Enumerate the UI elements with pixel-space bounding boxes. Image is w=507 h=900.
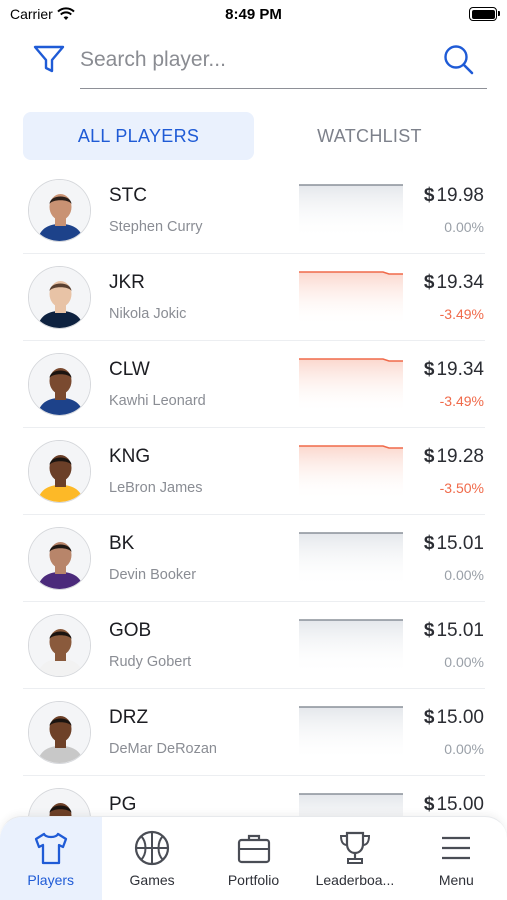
player-ticker: GOB <box>109 620 152 641</box>
briefcase-icon <box>237 834 270 864</box>
price-value: 19.28 <box>436 446 484 467</box>
player-price: $15.01 <box>424 620 484 642</box>
price-change: 0.00% <box>444 219 484 235</box>
nav-players-label: Players <box>27 872 75 888</box>
player-name: Kawhi Leonard <box>109 393 206 409</box>
trophy-icon <box>339 831 370 864</box>
player-avatar <box>28 701 91 764</box>
price-change: 0.00% <box>444 654 484 670</box>
player-ticker: JKR <box>109 272 145 293</box>
basketball-icon <box>135 830 170 866</box>
player-row[interactable]: DRZ DeMar DeRozan $15.00 0.00% <box>23 689 485 776</box>
price-change: -3.50% <box>439 480 484 496</box>
price-value: 15.01 <box>436 533 484 554</box>
player-price: $19.34 <box>424 272 484 294</box>
player-avatar <box>28 353 91 416</box>
currency-symbol: $ <box>423 272 435 293</box>
price-sparkline <box>299 184 403 239</box>
player-avatar <box>28 440 91 503</box>
player-avatar <box>28 179 91 242</box>
player-list: STC Stephen Curry $19.98 0.00% JKR Nikola Jok… <box>23 167 485 817</box>
search-input[interactable] <box>80 44 420 76</box>
player-ticker: CLW <box>109 359 150 380</box>
nav-players[interactable]: Players <box>0 817 103 900</box>
player-row[interactable]: STC Stephen Curry $19.98 0.00% <box>23 167 485 254</box>
currency-symbol: $ <box>423 359 435 380</box>
player-row[interactable]: JKR Nikola Jokic $19.34 -3.49% <box>23 254 485 341</box>
player-ticker: PG <box>109 794 137 815</box>
price-change: 0.00% <box>444 567 484 583</box>
player-price: $19.34 <box>424 359 484 381</box>
tshirt-icon <box>34 832 67 865</box>
player-row[interactable]: KNG LeBron James $19.28 -3.50% <box>23 428 485 515</box>
price-value: 19.34 <box>436 359 484 380</box>
player-name: Nikola Jokic <box>109 306 187 322</box>
player-price: $15.00 <box>424 707 484 729</box>
player-tabs: ALL PLAYERS WATCHLIST <box>23 112 485 160</box>
price-sparkline <box>299 445 403 500</box>
search-field <box>80 38 487 89</box>
player-row[interactable]: CLW Kawhi Leonard $19.34 -3.49% <box>23 341 485 428</box>
search-bar <box>0 38 507 92</box>
player-name: Stephen Curry <box>109 219 203 235</box>
status-bar: Carrier 8:49 PM <box>0 0 507 30</box>
price-value: 15.00 <box>436 794 484 815</box>
currency-symbol: $ <box>423 185 435 206</box>
player-name: Rudy Gobert <box>109 654 192 670</box>
price-value: 19.34 <box>436 272 484 293</box>
price-value: 15.01 <box>436 620 484 641</box>
currency-symbol: $ <box>423 794 435 815</box>
price-change: -3.49% <box>439 393 484 409</box>
price-change: -3.49% <box>439 306 484 322</box>
player-ticker: DRZ <box>109 707 149 728</box>
price-sparkline <box>299 619 403 674</box>
battery-icon <box>469 7 500 21</box>
price-sparkline <box>299 358 403 413</box>
currency-symbol: $ <box>423 707 435 728</box>
price-sparkline <box>299 706 403 761</box>
player-ticker: KNG <box>109 446 151 467</box>
price-value: 15.00 <box>436 707 484 728</box>
nav-games-label: Games <box>129 872 175 888</box>
currency-symbol: $ <box>423 620 435 641</box>
bottom-nav: Players Games Portfolio Leaderboa... Men… <box>0 816 507 900</box>
price-sparkline <box>299 271 403 326</box>
player-ticker: STC <box>109 185 147 206</box>
price-sparkline <box>299 793 403 817</box>
nav-games[interactable]: Games <box>101 817 202 900</box>
menu-icon <box>442 836 471 860</box>
nav-portfolio-label: Portfolio <box>227 872 280 888</box>
nav-leaderboard-label: Leaderboa... <box>315 872 395 888</box>
player-name: DeMar DeRozan <box>109 741 217 757</box>
tab-all-players[interactable]: ALL PLAYERS <box>23 112 254 160</box>
currency-symbol: $ <box>423 446 435 467</box>
price-change: 0.00% <box>444 741 484 757</box>
currency-symbol: $ <box>423 533 435 554</box>
tab-watchlist[interactable]: WATCHLIST <box>254 112 485 160</box>
price-sparkline <box>299 532 403 587</box>
nav-leaderboard[interactable]: Leaderboa... <box>304 817 405 900</box>
player-avatar <box>28 788 91 817</box>
player-name: Devin Booker <box>109 567 197 583</box>
nav-menu-label: Menu <box>438 872 474 888</box>
player-price: $15.01 <box>424 533 484 555</box>
player-name: LeBron James <box>109 480 203 496</box>
price-value: 19.98 <box>436 185 484 206</box>
nav-portfolio[interactable]: Portfolio <box>203 817 304 900</box>
clock: 8:49 PM <box>225 6 282 23</box>
player-row[interactable]: BK Devin Booker $15.01 0.00% <box>23 515 485 602</box>
search-icon[interactable] <box>441 42 475 76</box>
player-price: $19.28 <box>424 446 484 468</box>
player-ticker: BK <box>109 533 135 554</box>
player-price: $19.98 <box>424 185 484 207</box>
player-row[interactable]: PG $15.00 <box>23 776 485 817</box>
nav-menu[interactable]: Menu <box>406 817 507 900</box>
player-row[interactable]: GOB Rudy Gobert $15.01 0.00% <box>23 602 485 689</box>
player-avatar <box>28 266 91 329</box>
filter-icon[interactable] <box>32 42 66 76</box>
player-avatar <box>28 527 91 590</box>
player-avatar <box>28 614 91 677</box>
player-price: $15.00 <box>424 794 484 816</box>
